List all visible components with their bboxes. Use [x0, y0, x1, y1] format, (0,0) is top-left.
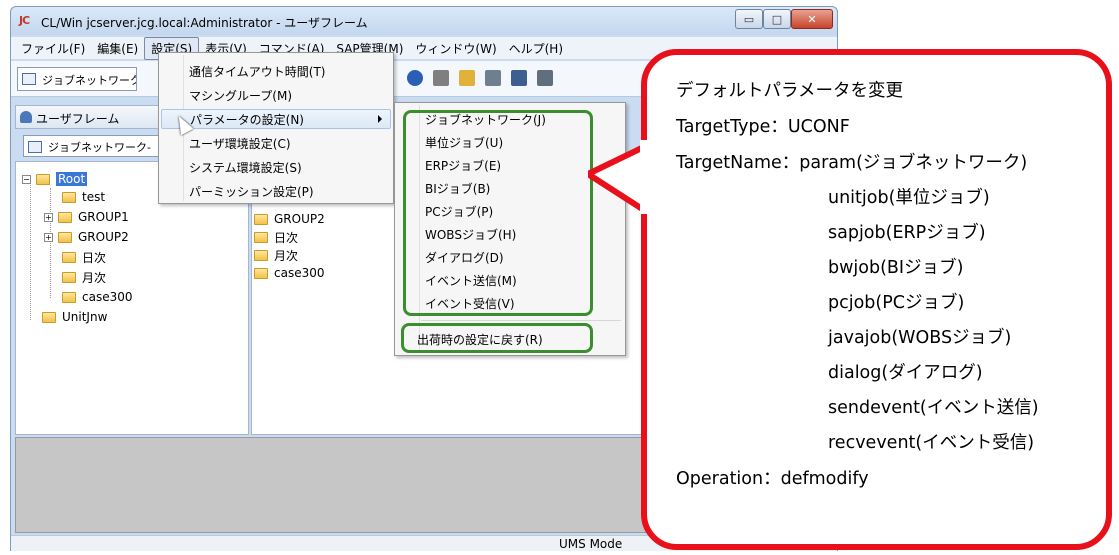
list-item-label: case300 — [274, 266, 325, 280]
folder-icon — [254, 267, 268, 279]
highlight-box-params — [403, 110, 593, 316]
tree-item-root[interactable]: − Root — [22, 170, 88, 188]
menu-item-timeout[interactable]: 通信タイムアウト時間(T) — [189, 61, 325, 81]
highlight-box-reset — [401, 323, 593, 353]
collapse-icon[interactable]: − — [22, 174, 31, 184]
folder-icon — [58, 211, 72, 223]
list-item-label: GROUP2 — [274, 212, 325, 226]
folder-icon — [42, 311, 56, 323]
tree-item-label: UnitJnw — [62, 310, 108, 324]
folder-icon — [254, 249, 268, 261]
callout-target-name-item: bwjob(BIジョブ) — [828, 258, 964, 278]
tree-item[interactable]: 日次 — [62, 248, 106, 266]
list-icon — [28, 141, 42, 153]
callout-target-name-item: unitjob(単位ジョブ) — [828, 188, 990, 208]
tree-item[interactable]: + GROUP2 — [44, 228, 129, 246]
callout-target-name-item: dialog(ダイアログ) — [828, 363, 983, 383]
new-document-icon[interactable] — [459, 70, 475, 86]
folder-icon — [58, 231, 72, 243]
tree-item-label: test — [82, 190, 106, 204]
menu-edit[interactable]: 編集(E) — [91, 38, 144, 59]
list-item[interactable]: GROUP2 — [254, 210, 325, 228]
tree-item-label: GROUP2 — [78, 230, 129, 244]
user-frame-title: ユーザフレーム — [36, 112, 120, 126]
user-icon — [20, 111, 32, 123]
menu-file[interactable]: ファイル(F) — [15, 38, 91, 59]
job-icon[interactable] — [511, 70, 527, 86]
menu-item-system-env[interactable]: システム環境設定(S) — [189, 157, 302, 177]
callout-target-name-item: pcjob(PCジョブ) — [828, 293, 965, 313]
refresh-icon[interactable] — [537, 70, 553, 86]
folder-icon — [36, 173, 50, 185]
tree-item[interactable]: case300 — [62, 288, 133, 306]
callout-target-name: TargetName：param(ジョブネットワーク) — [676, 153, 1028, 173]
title-bar[interactable]: JC CL/Win jcserver.jcg.local:Administrat… — [11, 7, 837, 35]
callout-target-name-item: sapjob(ERPジョブ) — [828, 223, 986, 243]
folder-icon — [62, 291, 76, 303]
tree-item-label: GROUP1 — [78, 210, 129, 224]
tree-item-label: 日次 — [82, 250, 107, 265]
document-icon[interactable] — [433, 70, 449, 86]
list-item-label: 日次 — [274, 230, 299, 245]
submenu-arrow-icon — [378, 115, 382, 123]
folder-icon — [62, 191, 76, 203]
list-icon — [22, 73, 36, 85]
menu-item-parameters[interactable]: パラメータの設定(N) — [161, 109, 391, 129]
list-item[interactable]: 日次 — [254, 228, 298, 246]
callout-target-type: TargetType：UCONF — [676, 117, 850, 137]
folder-icon — [254, 213, 268, 225]
menu-help[interactable]: ヘルプ(H) — [503, 38, 569, 59]
minimize-button[interactable]: ▭ — [735, 9, 763, 29]
help-icon[interactable] — [407, 70, 423, 86]
expand-icon[interactable]: + — [44, 212, 53, 222]
tree-item-label: 月次 — [82, 270, 107, 285]
status-mode: UMS Mode — [559, 537, 623, 551]
menu-item-user-env[interactable]: ユーザ環境設定(C) — [189, 133, 291, 153]
callout-target-name-item: recvevent(イベント受信) — [828, 433, 1035, 453]
callout-target-name-item: sendevent(イベント送信) — [828, 398, 1039, 418]
callout-target-name-item: javajob(WOBSジョブ) — [828, 328, 1012, 348]
folder-icon — [62, 251, 76, 263]
jobnetwork-list-combo[interactable]: ジョブネットワーク一覧( — [17, 67, 137, 91]
callout-heading: デフォルトパラメータを変更 — [676, 81, 903, 101]
tree-item[interactable]: test — [62, 188, 105, 206]
maximize-button[interactable]: □ — [763, 9, 791, 29]
folder-icon — [254, 231, 268, 243]
app-logo: JC — [19, 14, 30, 27]
tree-item-label: case300 — [82, 290, 133, 304]
close-button[interactable]: ✕ — [791, 9, 833, 29]
list-item[interactable]: case300 — [254, 264, 325, 282]
tree-item[interactable]: 月次 — [62, 268, 106, 286]
window-title: CL/Win jcserver.jcg.local:Administrator … — [41, 16, 368, 30]
tree-combo-value: ジョブネットワーク- — [48, 141, 151, 154]
menu-item-parameters-label: パラメータの設定(N) — [190, 112, 304, 127]
menu-window[interactable]: ウィンドウ(W) — [409, 38, 502, 59]
callout-pointer-mask — [640, 140, 654, 214]
tree-item[interactable]: UnitJnw — [42, 308, 107, 326]
menu-item-machine-group[interactable]: マシングループ(M) — [189, 85, 292, 105]
list-item[interactable]: 月次 — [254, 246, 298, 264]
combo-value: ジョブネットワーク一覧( — [42, 74, 136, 87]
callout-operation: Operation：defmodify — [676, 469, 869, 489]
tree-item-label: Root — [56, 172, 88, 186]
edit-document-icon[interactable] — [485, 70, 501, 86]
folder-icon — [62, 271, 76, 283]
list-item-label: 月次 — [274, 248, 299, 263]
menu-item-permission[interactable]: パーミッション設定(P) — [189, 181, 314, 201]
tree-item[interactable]: + GROUP1 — [44, 208, 129, 226]
expand-icon[interactable]: + — [44, 232, 53, 242]
